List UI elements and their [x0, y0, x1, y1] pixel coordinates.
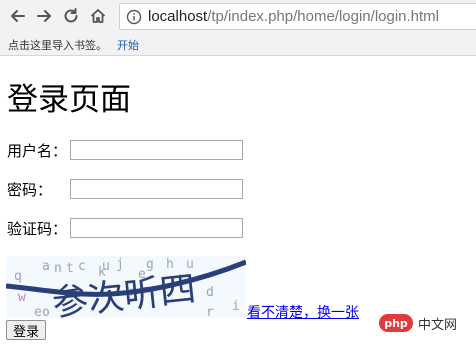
captcha-noise-char: a [42, 259, 50, 274]
login-button[interactable]: 登录 [6, 320, 47, 340]
username-label: 用户名： [7, 141, 68, 160]
bookmarks-bar: 点击这里导入书签。 开始 [0, 34, 476, 56]
password-label: 密码： [7, 180, 53, 199]
username-input[interactable] [70, 140, 243, 160]
captcha-noise-char: u [102, 259, 110, 274]
captcha-noise-char: n [54, 261, 62, 276]
captcha-noise-char: i [232, 299, 240, 314]
bookmarks-import-hint[interactable]: 点击这里导入书签。 [8, 37, 107, 53]
reload-button[interactable] [60, 5, 82, 27]
captcha-noise-char: j [116, 257, 124, 272]
username-row: 用户名： [7, 139, 243, 161]
home-button[interactable] [87, 5, 109, 27]
url-text[interactable]: localhost/tp/index.php/home/login/login.… [148, 8, 439, 25]
info-icon[interactable] [126, 9, 142, 25]
captcha-graphic: j g h u n c t e k q i w a d r u e r i o [6, 257, 246, 318]
captcha-noise-char: t [66, 261, 74, 276]
captcha-noise-char: g [146, 257, 154, 272]
captcha-text: 参次听四 [50, 269, 198, 318]
url-path: /tp/index.php/home/login/login.html [207, 8, 440, 25]
captcha-noise-char: q [14, 269, 22, 284]
page-title: 登录页面 [7, 82, 131, 118]
password-input[interactable] [70, 179, 243, 199]
captcha-noise-char: e [34, 305, 42, 318]
url-host: localhost [148, 8, 208, 25]
captcha-row: 验证码： [7, 217, 243, 239]
page-content: 登录页面 用户名： 密码： 验证码： j g h u n c t e k q i… [0, 57, 476, 355]
captcha-label: 验证码： [7, 219, 68, 238]
home-icon [90, 9, 106, 23]
browser-toolbar: localhost/tp/index.php/home/login/login.… [0, 0, 476, 34]
forward-button[interactable] [33, 5, 55, 27]
back-arrow-icon [11, 10, 25, 22]
refresh-captcha-link[interactable]: 看不清楚，换一张 [247, 302, 359, 322]
captcha-noise-char: c [78, 259, 86, 274]
site-watermark: php 中文网 [379, 313, 457, 333]
captcha-input[interactable] [70, 218, 243, 238]
captcha-noise-char: h [166, 257, 174, 272]
captcha-noise-char: o [42, 305, 50, 318]
captcha-noise-char: d [206, 285, 214, 300]
bookmark-start[interactable]: 开始 [117, 37, 139, 53]
captcha-noise-char: w [18, 290, 26, 305]
password-row: 密码： [7, 178, 243, 200]
back-button[interactable] [7, 5, 29, 27]
reload-icon [64, 8, 78, 23]
php-logo: php [379, 314, 413, 332]
captcha-image[interactable]: j g h u n c t e k q i w a d r u e r i o [6, 256, 246, 318]
watermark-text: 中文网 [418, 317, 458, 333]
address-bar[interactable]: localhost/tp/index.php/home/login/login.… [119, 3, 476, 30]
forward-arrow-icon [37, 10, 51, 22]
captcha-noise-char: r [206, 305, 214, 318]
